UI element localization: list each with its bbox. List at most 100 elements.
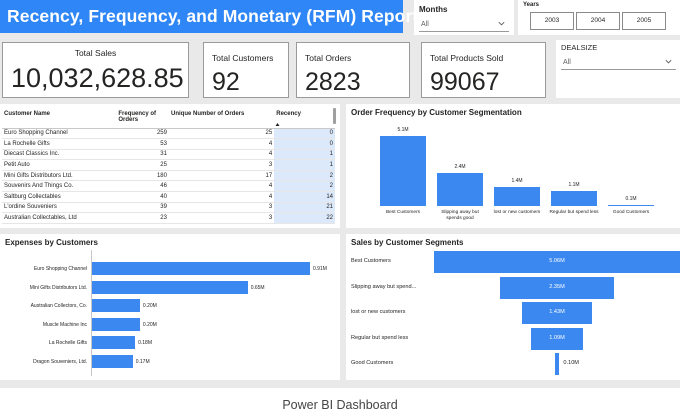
table-cell: 53 bbox=[116, 138, 169, 150]
months-slicer: Months All bbox=[414, 0, 514, 35]
table-cell: Diecast Classics Inc. bbox=[2, 149, 117, 161]
table-row[interactable]: Euro Shopping Channel 259 25 0 bbox=[2, 128, 335, 140]
kpi-label: Total Orders bbox=[305, 53, 352, 63]
column-header-customer-name[interactable]: Customer Name bbox=[2, 106, 117, 129]
bar-chart-area: Euro Shopping Channel 0.91M Mini Gifts Dis… bbox=[0, 234, 340, 380]
sort-ascending-icon bbox=[275, 123, 280, 126]
horizontal-bar[interactable] bbox=[92, 280, 248, 294]
column-bar[interactable] bbox=[437, 173, 483, 206]
years-slicer: Years 2003 2004 2005 bbox=[518, 0, 680, 35]
year-button-2005[interactable]: 2005 bbox=[622, 12, 666, 30]
table-cell: 180 bbox=[116, 170, 169, 182]
table-cell: 1 bbox=[274, 149, 335, 161]
year-button-2004[interactable]: 2004 bbox=[576, 12, 620, 30]
column-header-frequency[interactable]: Frequency of Orders bbox=[116, 106, 169, 129]
column-header-recency[interactable]: Recency bbox=[274, 106, 335, 129]
table-header-row: Customer Name Frequency of Orders Unique… bbox=[2, 106, 335, 129]
column-bar[interactable] bbox=[551, 190, 597, 206]
table-cell: Souvenirs And Things Co. bbox=[2, 180, 117, 193]
table-cell: Euro Shopping Channel bbox=[2, 128, 117, 140]
category-label: Euro Shopping Channel bbox=[33, 266, 87, 272]
kpi-value: 2823 bbox=[305, 68, 361, 96]
horizontal-bar[interactable] bbox=[92, 336, 136, 349]
horizontal-bar[interactable] bbox=[92, 299, 140, 312]
data-label: 0.91M bbox=[313, 266, 327, 272]
column-header-recency-label: Recency bbox=[276, 111, 301, 117]
table-cell: Saltburg Collectables bbox=[2, 191, 117, 203]
horizontal-bar[interactable] bbox=[92, 354, 133, 368]
table-cell: L'ordine Souveniers bbox=[2, 202, 117, 214]
kpi-value: 10,032,628.85 bbox=[11, 63, 184, 93]
kpi-value: 92 bbox=[212, 68, 240, 96]
report-title: Recency, Frequency, and Monetary (RFM) R… bbox=[7, 6, 419, 26]
column-header-unique-orders[interactable]: Unique Number of Orders bbox=[168, 106, 275, 129]
table-cell: 39 bbox=[116, 202, 169, 214]
table-cell: 4 bbox=[168, 138, 275, 150]
dealsize-dropdown[interactable]: All bbox=[561, 56, 676, 70]
column-chart-area: 5.1M Best Customers 2.4M Slipping away but … bbox=[346, 104, 680, 228]
table-cell: 3 bbox=[168, 212, 275, 224]
table-row[interactable]: Mini Gifts Distributors Ltd. 180 17 2 bbox=[2, 170, 335, 182]
data-label: 2.35M bbox=[549, 283, 565, 290]
data-label: 0.65M bbox=[250, 284, 265, 291]
kpi-label: Total Products Sold bbox=[430, 53, 504, 63]
table-row[interactable]: Souvenirs And Things Co. 46 4 2 bbox=[2, 180, 335, 193]
kpi-total-sales: Total Sales 10,032,628.85 bbox=[2, 42, 189, 98]
dashboard-canvas: Recency, Frequency, and Monetary (RFM) R… bbox=[0, 0, 680, 388]
sales-by-segments-funnel: Sales by Customer Segments Best Customer… bbox=[346, 234, 680, 380]
table-cell: 21 bbox=[274, 202, 335, 214]
table-cell: 4 bbox=[168, 180, 275, 193]
table-cell: 259 bbox=[116, 128, 169, 140]
months-dropdown[interactable]: All bbox=[419, 18, 509, 32]
table-cell: Mini Gifts Distributors Ltd. bbox=[2, 170, 117, 182]
table-row[interactable]: L'ordine Souveniers 39 3 21 bbox=[2, 202, 335, 214]
data-label: 0.1M bbox=[625, 195, 637, 202]
column-bar[interactable] bbox=[608, 204, 654, 206]
category-label: lost or new customers bbox=[351, 309, 406, 315]
table-scrollbar[interactable] bbox=[333, 108, 336, 124]
table-row[interactable]: La Rochelle Gifts 53 4 0 bbox=[2, 138, 335, 150]
years-slicer-label: Years bbox=[523, 2, 540, 8]
months-dropdown-value: All bbox=[421, 21, 429, 28]
horizontal-bar[interactable] bbox=[92, 262, 310, 275]
category-label: Slipping away but spend... bbox=[351, 283, 417, 290]
data-label: 0.10M bbox=[563, 360, 579, 366]
table-cell: 25 bbox=[116, 159, 169, 171]
year-button-2003[interactable]: 2003 bbox=[530, 12, 574, 30]
dealsize-slicer-label: DEALSIZE bbox=[561, 43, 598, 52]
table-row[interactable]: Australian Collectables, Ltd 23 3 22 bbox=[2, 212, 335, 224]
table-cell: 46 bbox=[116, 180, 169, 193]
table-cell: 2 bbox=[274, 180, 335, 193]
column-bar[interactable] bbox=[380, 136, 426, 206]
table-cell: 31 bbox=[116, 149, 169, 161]
funnel-bar[interactable] bbox=[554, 353, 560, 375]
table-cell: 4 bbox=[168, 191, 275, 203]
image-caption: Power BI Dashboard bbox=[282, 398, 398, 412]
table-row[interactable]: Petit Auto 25 3 1 bbox=[2, 159, 335, 171]
category-label: Slipping away but spends good bbox=[441, 210, 479, 221]
table-cell: 25 bbox=[168, 128, 275, 140]
column-bar[interactable] bbox=[494, 186, 540, 206]
kpi-value: 99067 bbox=[430, 68, 500, 96]
kpi-total-products-sold: Total Products Sold 99067 bbox=[421, 42, 546, 98]
data-label: 1.43M bbox=[549, 309, 565, 315]
horizontal-bar[interactable] bbox=[92, 317, 140, 331]
table-cell: 0 bbox=[274, 128, 335, 140]
data-label: 5.1M bbox=[397, 127, 409, 133]
category-label: Regular but spend less bbox=[549, 210, 599, 215]
category-label: Australian Collectors, Co. bbox=[30, 303, 87, 309]
chevron-down-icon bbox=[498, 21, 505, 26]
category-label: Good Customers bbox=[351, 360, 394, 366]
table-cell: 23 bbox=[116, 212, 169, 224]
table-cell: 3 bbox=[168, 202, 275, 214]
data-label: 2.4M bbox=[454, 164, 466, 171]
months-slicer-label: Months bbox=[419, 5, 448, 14]
table-cell: 40 bbox=[116, 191, 169, 203]
data-label: 0.18M bbox=[138, 340, 153, 346]
category-label: La Rochelle Gifts bbox=[48, 340, 87, 346]
table-row[interactable]: Saltburg Collectables 40 4 14 bbox=[2, 191, 335, 203]
kpi-total-orders: Total Orders 2823 bbox=[296, 42, 410, 98]
table-cell: 2 bbox=[274, 170, 335, 182]
report-title-banner: Recency, Frequency, and Monetary (RFM) R… bbox=[0, 0, 418, 33]
table-row[interactable]: Diecast Classics Inc. 31 4 1 bbox=[2, 149, 335, 161]
